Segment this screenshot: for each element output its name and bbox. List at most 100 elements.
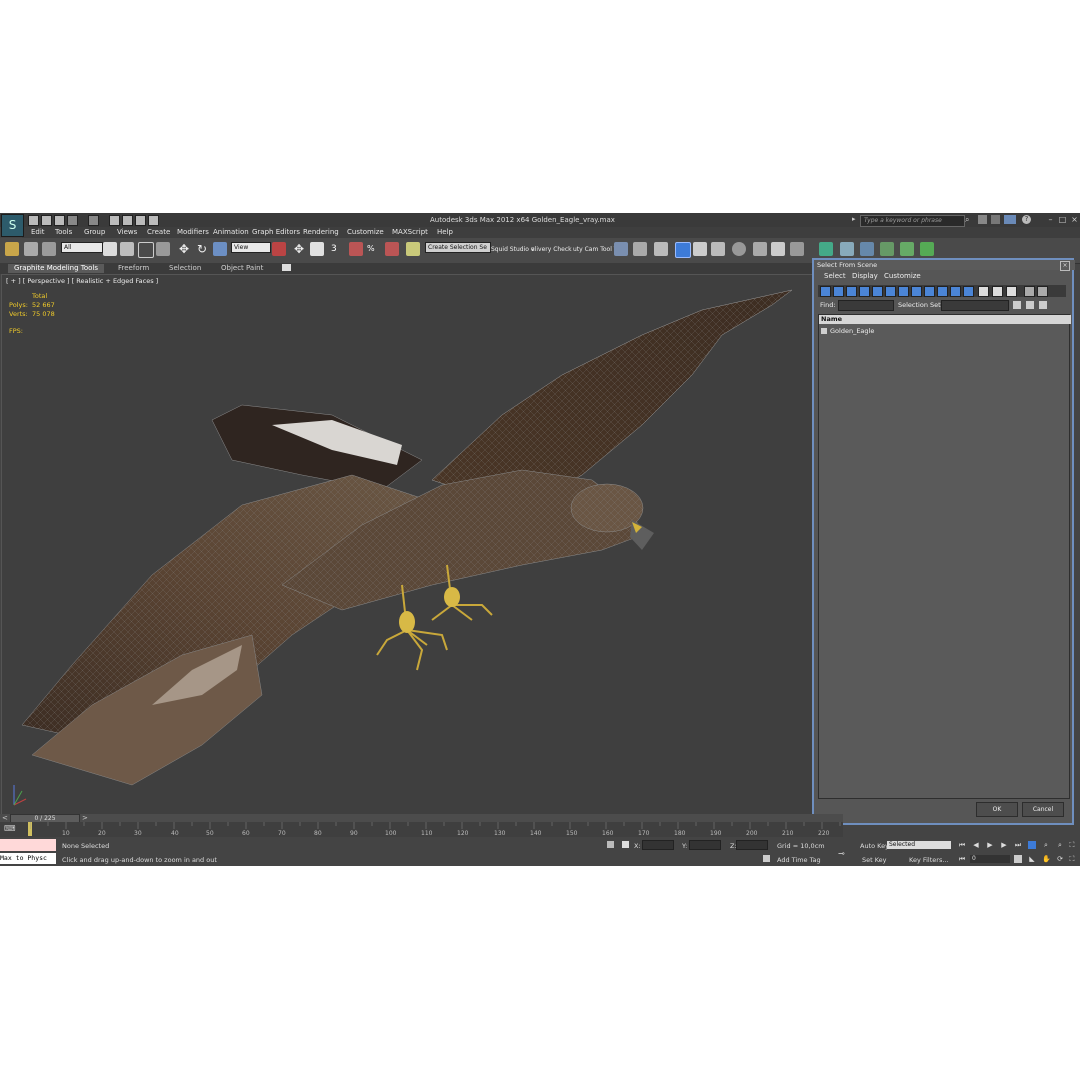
frame-spin-icon[interactable]: ⏮: [958, 855, 966, 863]
rotate-icon[interactable]: ↻: [195, 242, 209, 256]
maximize-icon[interactable]: □: [1058, 215, 1067, 224]
cancel-button[interactable]: Cancel: [1022, 802, 1064, 817]
hold-icon[interactable]: [109, 215, 120, 226]
help-icon[interactable]: ?: [1022, 215, 1031, 224]
project-folder-icon[interactable]: [135, 215, 146, 226]
prev-key-icon[interactable]: ◀: [972, 841, 980, 849]
helpers-filter-icon[interactable]: [872, 286, 883, 297]
set-icon-2[interactable]: [1026, 301, 1034, 309]
select-link-icon[interactable]: [5, 242, 19, 256]
reference-coordinate-dropdown[interactable]: View: [231, 242, 271, 253]
search-arrow-icon[interactable]: ▸: [852, 215, 856, 223]
key-mode-dropdown[interactable]: Selected: [887, 841, 951, 849]
named-selection-dropdown[interactable]: Create Selection Se: [425, 242, 491, 253]
minimize-icon[interactable]: –: [1046, 215, 1055, 224]
plugin-squid-studio[interactable]: Squid Studio v: [491, 246, 534, 253]
search-input[interactable]: Type a keyword or phrase: [860, 215, 965, 227]
dialog-menu-customize[interactable]: Customize: [884, 272, 921, 280]
schematic-view-icon[interactable]: [711, 242, 725, 256]
rectangular-selection-icon[interactable]: [138, 242, 154, 258]
lock-selection-icon[interactable]: [607, 841, 614, 848]
pivot-center-icon[interactable]: [272, 242, 286, 256]
field-of-view-icon[interactable]: ◣: [1028, 855, 1036, 863]
unlink-icon[interactable]: [24, 242, 38, 256]
selection-set-dropdown[interactable]: [941, 300, 1009, 311]
track-bar[interactable]: ⌨ 10 20 30 40 50 60 70 80 90 100 110 120…: [0, 822, 843, 837]
quick-access-icon[interactable]: [148, 215, 159, 226]
application-menu-icon[interactable]: S: [1, 214, 24, 237]
favorites-icon[interactable]: [1004, 215, 1016, 224]
sync-selection-icon[interactable]: [1037, 286, 1048, 297]
geometry-filter-icon[interactable]: [820, 286, 831, 297]
maxscript-mini-listener[interactable]: Max to Physc: [0, 853, 56, 864]
key-icon[interactable]: ⊸: [838, 849, 845, 858]
save-file-icon[interactable]: [54, 215, 65, 226]
goto-end-icon[interactable]: ⏭: [1014, 841, 1022, 849]
undo-icon[interactable]: [67, 215, 78, 226]
ribbon-options-icon[interactable]: [282, 264, 291, 271]
plugin-icon-6[interactable]: [920, 242, 934, 256]
menu-group[interactable]: Group: [84, 228, 105, 236]
open-file-icon[interactable]: [41, 215, 52, 226]
xrefs-filter-icon[interactable]: [911, 286, 922, 297]
current-frame-field[interactable]: 0: [970, 855, 1010, 863]
display-none-icon[interactable]: [992, 286, 1003, 297]
dialog-menu-select[interactable]: Select: [824, 272, 846, 280]
set-icon-1[interactable]: [1013, 301, 1021, 309]
menu-create[interactable]: Create: [147, 228, 170, 236]
orbit-icon[interactable]: ⟳: [1056, 855, 1064, 863]
goto-start-icon[interactable]: ⏮: [958, 841, 966, 849]
tab-selection[interactable]: Selection: [163, 264, 207, 273]
plugin-delivery-check[interactable]: elivery Check: [531, 246, 572, 253]
pan-view-icon[interactable]: ✋: [1042, 855, 1051, 863]
prev-frame-icon[interactable]: <: [2, 814, 8, 822]
x-coordinate-field[interactable]: [642, 840, 674, 850]
select-by-name-icon[interactable]: [120, 242, 134, 256]
next-key-icon[interactable]: ▶: [1000, 841, 1008, 849]
menu-help[interactable]: Help: [437, 228, 453, 236]
key-filters-button[interactable]: Key Filters...: [909, 856, 949, 864]
select-object-icon[interactable]: [103, 242, 117, 256]
window-crossing-icon[interactable]: [156, 242, 170, 256]
move-icon[interactable]: ✥: [177, 242, 191, 256]
containers-filter-icon[interactable]: [937, 286, 948, 297]
plugin-icon-5[interactable]: [900, 242, 914, 256]
tab-object-paint[interactable]: Object Paint: [215, 264, 269, 273]
tab-graphite-modeling-tools[interactable]: Graphite Modeling Tools: [8, 264, 105, 273]
align-icon[interactable]: [633, 242, 647, 256]
bones-filter-icon[interactable]: [924, 286, 935, 297]
ok-button[interactable]: OK: [976, 802, 1018, 817]
redo-icon[interactable]: [88, 215, 99, 226]
search-icon[interactable]: ⌕: [965, 215, 974, 224]
menu-modifiers[interactable]: Modifiers: [177, 228, 209, 236]
menu-maxscript[interactable]: MAXScript: [392, 228, 428, 236]
absolute-mode-icon[interactable]: [622, 841, 629, 848]
plugin-icon-3[interactable]: [860, 242, 874, 256]
material-editor-icon[interactable]: [732, 242, 746, 256]
select-manipulate-icon[interactable]: ✥: [292, 242, 306, 256]
curve-editor-icon[interactable]: [693, 242, 707, 256]
zoom-extents-icon[interactable]: ⛶: [1068, 841, 1076, 849]
plugin-icon-2[interactable]: [840, 242, 854, 256]
tab-freeform[interactable]: Freeform: [112, 264, 155, 273]
maximize-viewport-icon[interactable]: ⛶: [1068, 855, 1076, 863]
snaps-toggle-icon[interactable]: 3: [331, 242, 345, 256]
add-time-tag[interactable]: Add Time Tag: [777, 856, 821, 864]
dialog-menu-display[interactable]: Display: [852, 272, 878, 280]
plugin-icon-1[interactable]: [819, 242, 833, 256]
plugin-icon-4[interactable]: [880, 242, 894, 256]
display-invert-icon[interactable]: [1006, 286, 1017, 297]
hidden-filter-icon[interactable]: [963, 286, 974, 297]
z-coordinate-field[interactable]: [736, 840, 768, 850]
render-setup-icon[interactable]: [753, 242, 767, 256]
set-icon-3[interactable]: [1039, 301, 1047, 309]
layer-manager-icon[interactable]: [654, 242, 668, 256]
space-warps-filter-icon[interactable]: [885, 286, 896, 297]
graphite-toggle-icon[interactable]: [675, 242, 691, 258]
object-list[interactable]: Name Golden_Eagle: [818, 314, 1071, 799]
render-production-icon[interactable]: [790, 242, 804, 256]
rendered-frame-icon[interactable]: [771, 242, 785, 256]
new-file-icon[interactable]: [28, 215, 39, 226]
key-mode-toggle-icon[interactable]: [1028, 841, 1036, 849]
find-input[interactable]: [838, 300, 894, 311]
